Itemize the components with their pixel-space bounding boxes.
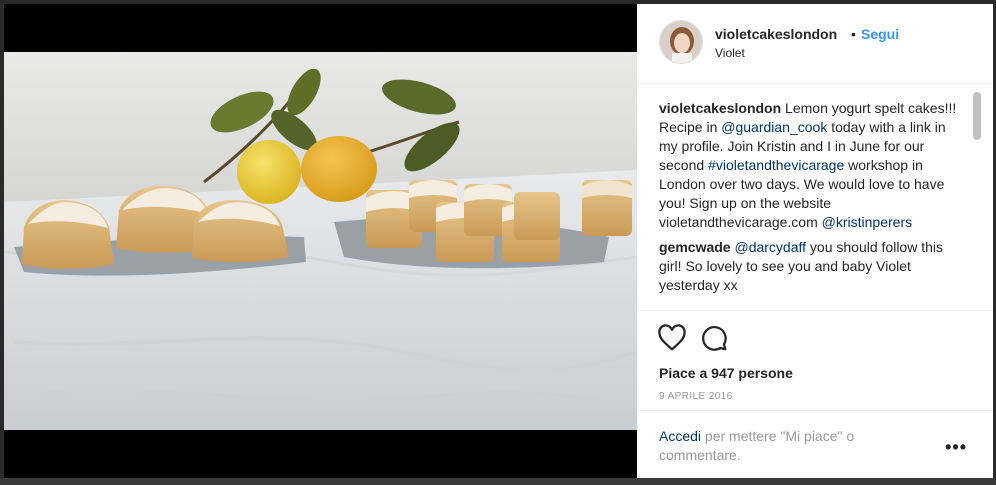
- post-side-panel: violetcakeslondon • Segui Violet violetc…: [637, 4, 993, 478]
- avatar[interactable]: [659, 20, 703, 64]
- comment-button[interactable]: [699, 323, 729, 353]
- like-button[interactable]: [657, 323, 687, 353]
- more-options-icon[interactable]: •••: [945, 437, 967, 458]
- caption: violetcakeslondon Lemon yogurt spelt cak…: [659, 99, 961, 232]
- follow-button[interactable]: Segui: [861, 26, 899, 42]
- heart-icon: [658, 324, 686, 351]
- location-label[interactable]: Violet: [715, 46, 745, 60]
- scrollbar-thumb[interactable]: [973, 92, 981, 140]
- caption-mention-guardian[interactable]: @guardian_cook: [721, 119, 827, 135]
- post-photo[interactable]: [4, 52, 637, 430]
- login-link[interactable]: Accedi: [659, 428, 701, 444]
- header-username[interactable]: violetcakeslondon: [715, 26, 837, 42]
- post-media[interactable]: [4, 4, 637, 478]
- login-text: Accedi per mettere "Mi piace" o commenta…: [659, 427, 909, 465]
- login-prompt: Accedi per mettere "Mi piace" o commenta…: [637, 410, 993, 478]
- comment-mention[interactable]: @darcydaff: [734, 239, 806, 255]
- caption-mention-kristin[interactable]: @kristinperers: [822, 214, 912, 230]
- comment-username[interactable]: gemcwade: [659, 239, 731, 255]
- cakes-photo: [4, 52, 637, 430]
- comment-item: gemcwade @darcydaff you should follow th…: [659, 238, 961, 295]
- post-actions: Piace a 947 persone 9 APRILE 2016: [637, 310, 993, 406]
- comments-scrollbar[interactable]: [973, 90, 981, 308]
- avatar-icon: [660, 21, 702, 63]
- caption-hashtag[interactable]: #violetandthevicarage: [708, 157, 844, 173]
- post-date: 9 APRILE 2016: [659, 391, 733, 402]
- comments-list[interactable]: violetcakeslondon Lemon yogurt spelt cak…: [659, 99, 961, 309]
- comment-icon: [702, 326, 727, 351]
- caption-username[interactable]: violetcakeslondon: [659, 100, 781, 116]
- header-separator: •: [851, 26, 856, 42]
- background-grid-strip: [0, 478, 996, 485]
- post-modal: violetcakeslondon • Segui Violet violetc…: [4, 4, 993, 478]
- likes-count[interactable]: Piace a 947 persone: [659, 365, 793, 381]
- post-header: violetcakeslondon • Segui Violet: [637, 4, 993, 84]
